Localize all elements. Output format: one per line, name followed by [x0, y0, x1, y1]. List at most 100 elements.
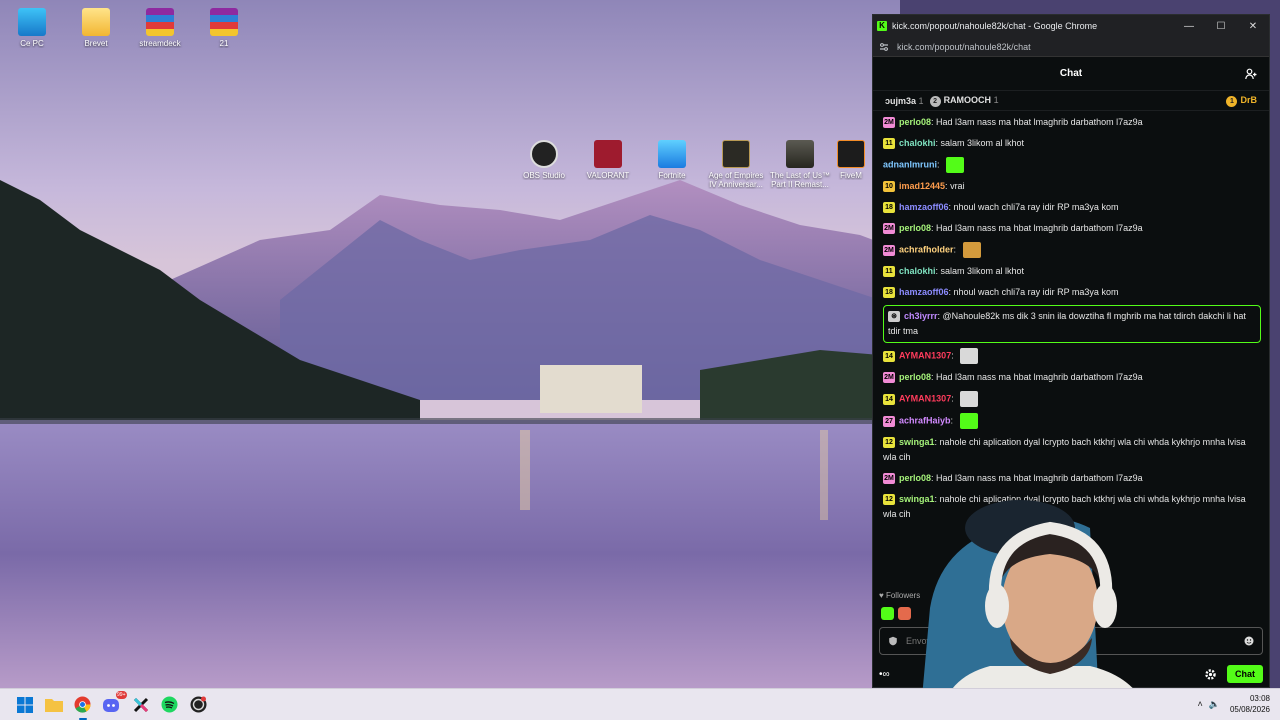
channel-points[interactable]: •∞: [879, 669, 890, 680]
chevron-up-icon[interactable]: ˄: [1198, 699, 1203, 710]
obs-taskbar-icon[interactable]: [188, 694, 210, 716]
users-icon[interactable]: [1245, 68, 1257, 80]
fivem-icon: [837, 140, 865, 168]
file-explorer-icon[interactable]: [43, 694, 65, 716]
discord-icon[interactable]: 99+: [101, 690, 127, 716]
subscriber-badge: 2M: [883, 223, 895, 235]
chat-message[interactable]: 14 AYMAN1307:: [883, 345, 1261, 367]
emote-feather-icon[interactable]: [960, 348, 979, 364]
chat-username[interactable]: AYMAN1307: [899, 350, 951, 360]
capcut-icon[interactable]: [130, 694, 152, 716]
chat-username[interactable]: ch3iyrrr: [904, 311, 938, 321]
windows-start-icon[interactable]: [14, 694, 36, 716]
desktop-icon-label: streamdeck: [139, 39, 181, 48]
shield-icon: [889, 636, 897, 646]
emoji-picker-icon[interactable]: [1244, 636, 1254, 646]
winrar-icon: [146, 8, 174, 36]
green-face-emote-icon[interactable]: [881, 607, 894, 620]
chat-username[interactable]: perlo08: [899, 117, 931, 127]
chat-message[interactable]: 2M perlo08: Had l3am nass ma hbat lmaghri…: [883, 468, 1261, 489]
desktop-icon-valorant[interactable]: VALORANT: [576, 140, 640, 180]
clock[interactable]: 03:08 05/08/2026: [1230, 693, 1270, 715]
chat-username[interactable]: hamzaoff06: [899, 287, 949, 297]
chat-username[interactable]: hamzaoff06: [899, 202, 949, 212]
chat-message[interactable]: 11 chalokhi: salam 3likom al lkhot: [883, 261, 1261, 282]
clock-time: 03:08: [1249, 694, 1270, 703]
chat-username[interactable]: perlo08: [899, 223, 931, 233]
gifter-rank-badge: 1: [1226, 95, 1238, 107]
chat-username[interactable]: AYMAN1307: [899, 393, 951, 403]
desktop-icon-fivem[interactable]: FiveM: [830, 140, 872, 180]
gifter-name: ɔujm3a: [885, 95, 917, 106]
chat-message[interactable]: 2M perlo08: Had l3am nass ma hbat lmaghri…: [883, 112, 1261, 133]
chat-message[interactable]: ⊛ ch3iyrrr: @Nahoule82k ms dik 3 snin ila…: [883, 305, 1261, 343]
chat-username[interactable]: adnanlmruni: [883, 159, 937, 169]
chat-username[interactable]: achrafHaiyb: [899, 415, 951, 425]
gifter-item[interactable]: 2 RAMOOCH 1: [929, 94, 999, 107]
winrar-icon: [210, 8, 238, 36]
chat-username[interactable]: chalokhi: [899, 266, 936, 276]
volume-icon[interactable]: 🔈: [1209, 699, 1220, 710]
chat-message[interactable]: 11 chalokhi: salam 3likom al lkhot: [883, 133, 1261, 154]
system-tray: ˄ 🔈: [1198, 699, 1220, 710]
site-settings-icon[interactable]: [879, 42, 889, 52]
window-titlebar[interactable]: K kick.com/popout/nahoule82k/chat - Goog…: [873, 15, 1269, 37]
desktop-icon-fortnite[interactable]: Fortnite: [640, 140, 704, 180]
emote-green-face-icon[interactable]: [946, 157, 965, 173]
chat-username[interactable]: chalokhi: [899, 138, 936, 148]
chat-message-text: @Nahoule82k ms dik 3 snin ila dowztiha f…: [888, 311, 1246, 336]
emote-feather-icon[interactable]: [960, 391, 979, 407]
chat-message-text: nhoul wach chli7a ray idir RP ma3ya kom: [953, 202, 1119, 212]
address-bar[interactable]: kick.com/popout/nahoule82k/chat: [873, 37, 1269, 57]
desktop-icon-ce-pc[interactable]: Ce PC: [0, 8, 64, 48]
chat-username[interactable]: achrafholder: [899, 244, 954, 254]
chrome-icon[interactable]: [72, 694, 94, 720]
desktop-icon-streamdeck[interactable]: streamdeck: [128, 8, 192, 48]
chat-message[interactable]: 18 hamzaoff06: nhoul wach chli7a ray idir…: [883, 282, 1261, 303]
desktop-icon-age-of-empires[interactable]: Age of Empires IV Anniversar...: [704, 140, 768, 189]
chat-message[interactable]: 18 hamzaoff06: nhoul wach chli7a ray idir…: [883, 197, 1261, 218]
chat-message[interactable]: 27 achrafHaiyb:: [883, 410, 1261, 432]
chat-username[interactable]: perlo08: [899, 372, 931, 382]
chat-username[interactable]: imad12445: [899, 181, 945, 191]
chat-username[interactable]: swinga1: [899, 437, 935, 447]
subscriber-badge: 2M: [883, 473, 895, 485]
chat-message-text: nhoul wach chli7a ray idir RP ma3ya kom: [953, 287, 1119, 297]
desktop-icon-brevet[interactable]: Brevet: [64, 8, 128, 48]
send-chat-button[interactable]: Chat: [1227, 665, 1263, 683]
gifter-item[interactable]: ɔujm3a 1: [885, 96, 924, 106]
url-text[interactable]: kick.com/popout/nahoule82k/chat: [897, 42, 1031, 52]
chat-message[interactable]: 2M perlo08: Had l3am nass ma hbat lmaghri…: [883, 367, 1261, 388]
desktop-icon-obs-studio[interactable]: OBS Studio: [512, 140, 576, 180]
chat-separator: :: [953, 244, 959, 255]
desktop-icon-the-last-of-us[interactable]: The Last of Us™ Part II Remast...: [768, 140, 832, 189]
kick-logo-icon: K: [877, 21, 887, 31]
gifter-item[interactable]: 1 DrB: [1226, 95, 1257, 107]
chat-separator: :: [951, 350, 957, 361]
maximize-button[interactable]: ☐: [1205, 21, 1237, 32]
chat-message[interactable]: 12 swinga1: nahole chi aplication dyal lc…: [883, 432, 1261, 468]
spotify-icon[interactable]: [159, 694, 181, 716]
gifter-name: DrB: [1240, 94, 1257, 105]
close-button[interactable]: ✕: [1237, 21, 1269, 32]
fortnite-icon: [658, 140, 686, 168]
chat-username[interactable]: perlo08: [899, 473, 931, 483]
desktop-icon-label: Ce PC: [20, 39, 44, 48]
chat-message-text: Had l3am nass ma hbat lmaghrib darbathom…: [936, 473, 1143, 483]
chat-separator: :: [937, 159, 943, 170]
chat-message[interactable]: 2M achrafholder:: [883, 239, 1261, 261]
chat-message[interactable]: 2M perlo08: Had l3am nass ma hbat lmaghri…: [883, 218, 1261, 239]
emote-w-icon[interactable]: [959, 413, 978, 429]
chat-messages-list[interactable]: 2M perlo08: Had l3am nass ma hbat lmaghri…: [873, 112, 1269, 517]
gifter-name: RAMOOCH: [943, 94, 992, 105]
subscriber-badge: 12: [883, 494, 895, 506]
chat-message[interactable]: adnanlmruni:: [883, 154, 1261, 176]
desktop-icon-21[interactable]: 21: [192, 8, 256, 48]
chat-message-text: salam 3likom al lkhot: [940, 266, 1025, 276]
subscriber-badge: 18: [883, 287, 895, 299]
minimize-button[interactable]: —: [1173, 21, 1205, 32]
emote-gg-icon[interactable]: [962, 242, 981, 258]
chat-message[interactable]: 14 AYMAN1307:: [883, 388, 1261, 410]
chat-message[interactable]: 10 imad12445: vrai: [883, 176, 1261, 197]
gear-icon[interactable]: [1204, 668, 1217, 681]
